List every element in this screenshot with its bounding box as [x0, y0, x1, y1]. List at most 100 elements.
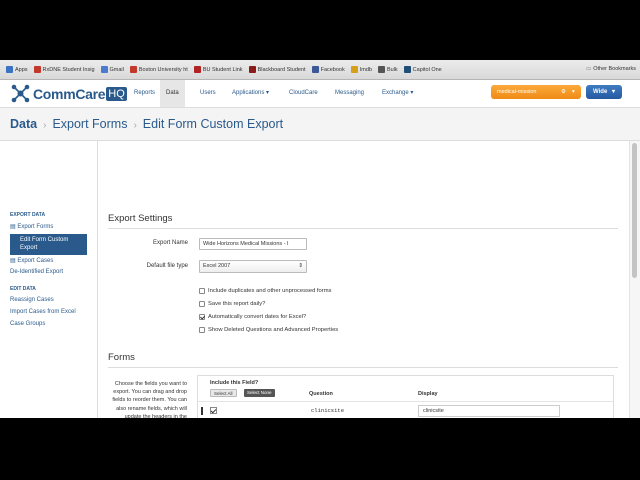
domain-button-label: Wide — [593, 89, 608, 95]
bookmark-label: RxDNE Student Insig — [42, 66, 95, 73]
bookmark-label: Facebook — [320, 66, 345, 73]
project-dropdown-button[interactable]: medical-mission ⚙ ▾ — [491, 85, 581, 99]
nav-item-users[interactable]: Users — [200, 80, 216, 107]
bookmark-favicon-icon — [193, 66, 201, 73]
project-button-label: medical-mission — [497, 89, 537, 95]
bookmark-item[interactable]: BU Student Link — [193, 66, 243, 73]
bookmark-favicon-icon — [311, 66, 319, 73]
export-name-input[interactable]: Wide Horizons Medical Missions - I — [199, 238, 307, 250]
option-label: Automatically convert dates for Excel? — [208, 314, 307, 320]
nav-item-reports[interactable]: Reports — [134, 80, 155, 107]
bookmark-favicon-icon — [33, 66, 41, 73]
breadcrumb-data[interactable]: Data — [10, 117, 37, 131]
col-display-header: Display — [418, 391, 438, 397]
bookmark-label: Blackboard Student — [257, 66, 306, 73]
file-type-label: Default file type — [146, 263, 188, 269]
drag-handle-icon[interactable] — [201, 407, 203, 415]
bookmark-favicon-icon — [248, 66, 256, 73]
scrollbar-thumb[interactable] — [632, 143, 637, 278]
sidebar-item-deidentified[interactable]: De-Identified Export — [10, 269, 63, 275]
select-none-button[interactable]: Select None — [244, 389, 275, 397]
option-label: Show Deleted Questions and Advanced Prop… — [208, 327, 339, 333]
bookmark-label: Bulk — [386, 66, 398, 73]
option-label: Include duplicates and other unprocessed… — [208, 288, 332, 294]
col-include-header: Include this Field? — [210, 380, 259, 386]
sidebar-item-reassign[interactable]: Reassign Cases — [10, 297, 54, 303]
display-name-input[interactable]: clinicsite — [418, 405, 560, 417]
bookmark-item[interactable]: Gmail — [100, 66, 124, 73]
sidebar-item-import-cases[interactable]: Import Cases from Excel — [10, 309, 76, 315]
brand-hq: HQ — [106, 86, 127, 101]
bookmark-favicon-icon — [129, 66, 137, 73]
fields-table: Include this Field? Select All Select No… — [197, 375, 614, 418]
forms-help-text: Choose the fields you want to export. Yo… — [112, 381, 187, 418]
other-bookmarks[interactable]: ▭ Other Bookmarks — [586, 66, 636, 72]
file-type-value: Excel 2007 — [203, 263, 231, 269]
divider — [108, 228, 618, 229]
include-checkbox[interactable] — [210, 407, 217, 414]
table-row[interactable]: clinicsite clinicsite — [198, 401, 613, 418]
option-checkbox-row[interactable]: Include duplicates and other unprocessed… — [199, 288, 331, 294]
col-question-header: Question — [309, 391, 333, 397]
question-id: clinicsite — [311, 407, 345, 414]
export-settings-title: Export Settings — [108, 213, 173, 224]
nav-item-applications[interactable]: Applications ▾ — [232, 80, 269, 107]
bookmark-item[interactable]: Boston University ht — [129, 66, 188, 73]
bookmark-favicon-icon — [350, 66, 358, 73]
bookmark-favicon-icon — [6, 66, 13, 73]
option-checkbox[interactable] — [199, 327, 205, 333]
bookmark-item[interactable]: RxDNE Student Insig — [33, 66, 95, 73]
option-checkbox-row[interactable]: Save this report daily? — [199, 301, 265, 307]
option-checkbox[interactable] — [199, 301, 205, 307]
sidebar: EXPORT DATA ▤ Export Forms Edit Form Cus… — [0, 141, 98, 418]
domain-dropdown-button[interactable]: Wide ▾ — [586, 85, 622, 99]
main-content: Export Settings Export Name Wide Horizon… — [99, 141, 629, 418]
sidebar-item-edit-form-export[interactable]: Edit Form Custom Export — [10, 234, 87, 255]
commcare-logo[interactable]: CommCare HQ — [11, 84, 127, 103]
option-checkbox-row[interactable]: Show Deleted Questions and Advanced Prop… — [199, 327, 338, 333]
brand-name: CommCare — [33, 85, 106, 102]
nav-item-data[interactable]: Data — [160, 80, 185, 107]
divider — [108, 367, 618, 368]
bookmark-item[interactable]: Bulk — [377, 66, 398, 73]
nav-item-messaging[interactable]: Messaging — [335, 80, 364, 107]
option-checkbox[interactable] — [199, 288, 205, 294]
forms-title: Forms — [108, 352, 135, 363]
bookmark-item[interactable]: Facebook — [311, 66, 345, 73]
top-navbar: CommCare HQ Reports Data Users Applications… — [0, 80, 640, 108]
bookmarks-bar: Apps RxDNE Student Insig Gmail Boston Unive… — [0, 60, 640, 80]
bookmark-label: BU Student Link — [202, 66, 243, 73]
bookmark-item[interactable]: Capitol One — [403, 66, 442, 73]
folder-icon: ▭ — [586, 66, 592, 72]
bookmark-favicon-icon — [100, 66, 108, 73]
commcare-logo-icon — [11, 84, 30, 103]
breadcrumb-export-forms[interactable]: Export Forms — [52, 117, 127, 131]
browser-screen: Apps RxDNE Student Insig Gmail Boston Unive… — [0, 60, 640, 418]
option-label: Save this report daily? — [208, 301, 266, 307]
option-checkbox[interactable] — [199, 314, 205, 320]
sidebar-header-edit: EDIT DATA — [10, 286, 36, 292]
chevron-down-icon: ▾ — [572, 89, 575, 95]
bookmark-item[interactable]: Imdb — [350, 66, 372, 73]
bookmark-label: Gmail — [109, 66, 124, 73]
bookmark-label: Apps — [15, 66, 28, 73]
bookmark-favicon-icon — [377, 66, 385, 73]
sidebar-item-export-forms[interactable]: ▤ Export Forms — [10, 223, 53, 230]
breadcrumb: Data › Export Forms › Edit Form Custom Expor… — [0, 108, 640, 141]
select-arrows-icon: ⇕ — [298, 263, 303, 269]
file-type-select[interactable]: Excel 2007 ⇕ — [199, 260, 307, 273]
bookmark-label: Imdb — [359, 66, 372, 73]
nav-item-exchange[interactable]: Exchange ▾ — [382, 80, 413, 107]
nav-item-cloudcare[interactable]: CloudCare — [289, 80, 318, 107]
sidebar-item-case-groups[interactable]: Case Groups — [10, 321, 45, 327]
sidebar-item-export-cases[interactable]: ▤ Export Cases — [10, 257, 53, 264]
bookmark-favicon-icon — [403, 66, 411, 73]
bookmark-item[interactable]: Blackboard Student — [248, 66, 306, 73]
breadcrumb-current: Edit Form Custom Export — [142, 117, 284, 131]
select-all-button[interactable]: Select All — [210, 389, 237, 397]
export-name-label: Export Name — [152, 240, 188, 246]
chevron-down-icon: ▾ — [611, 89, 615, 95]
option-checkbox-row[interactable]: Automatically convert dates for Excel? — [199, 314, 306, 320]
bookmark-item[interactable]: Apps — [6, 66, 28, 73]
bookmark-label: Capitol One — [412, 66, 442, 73]
